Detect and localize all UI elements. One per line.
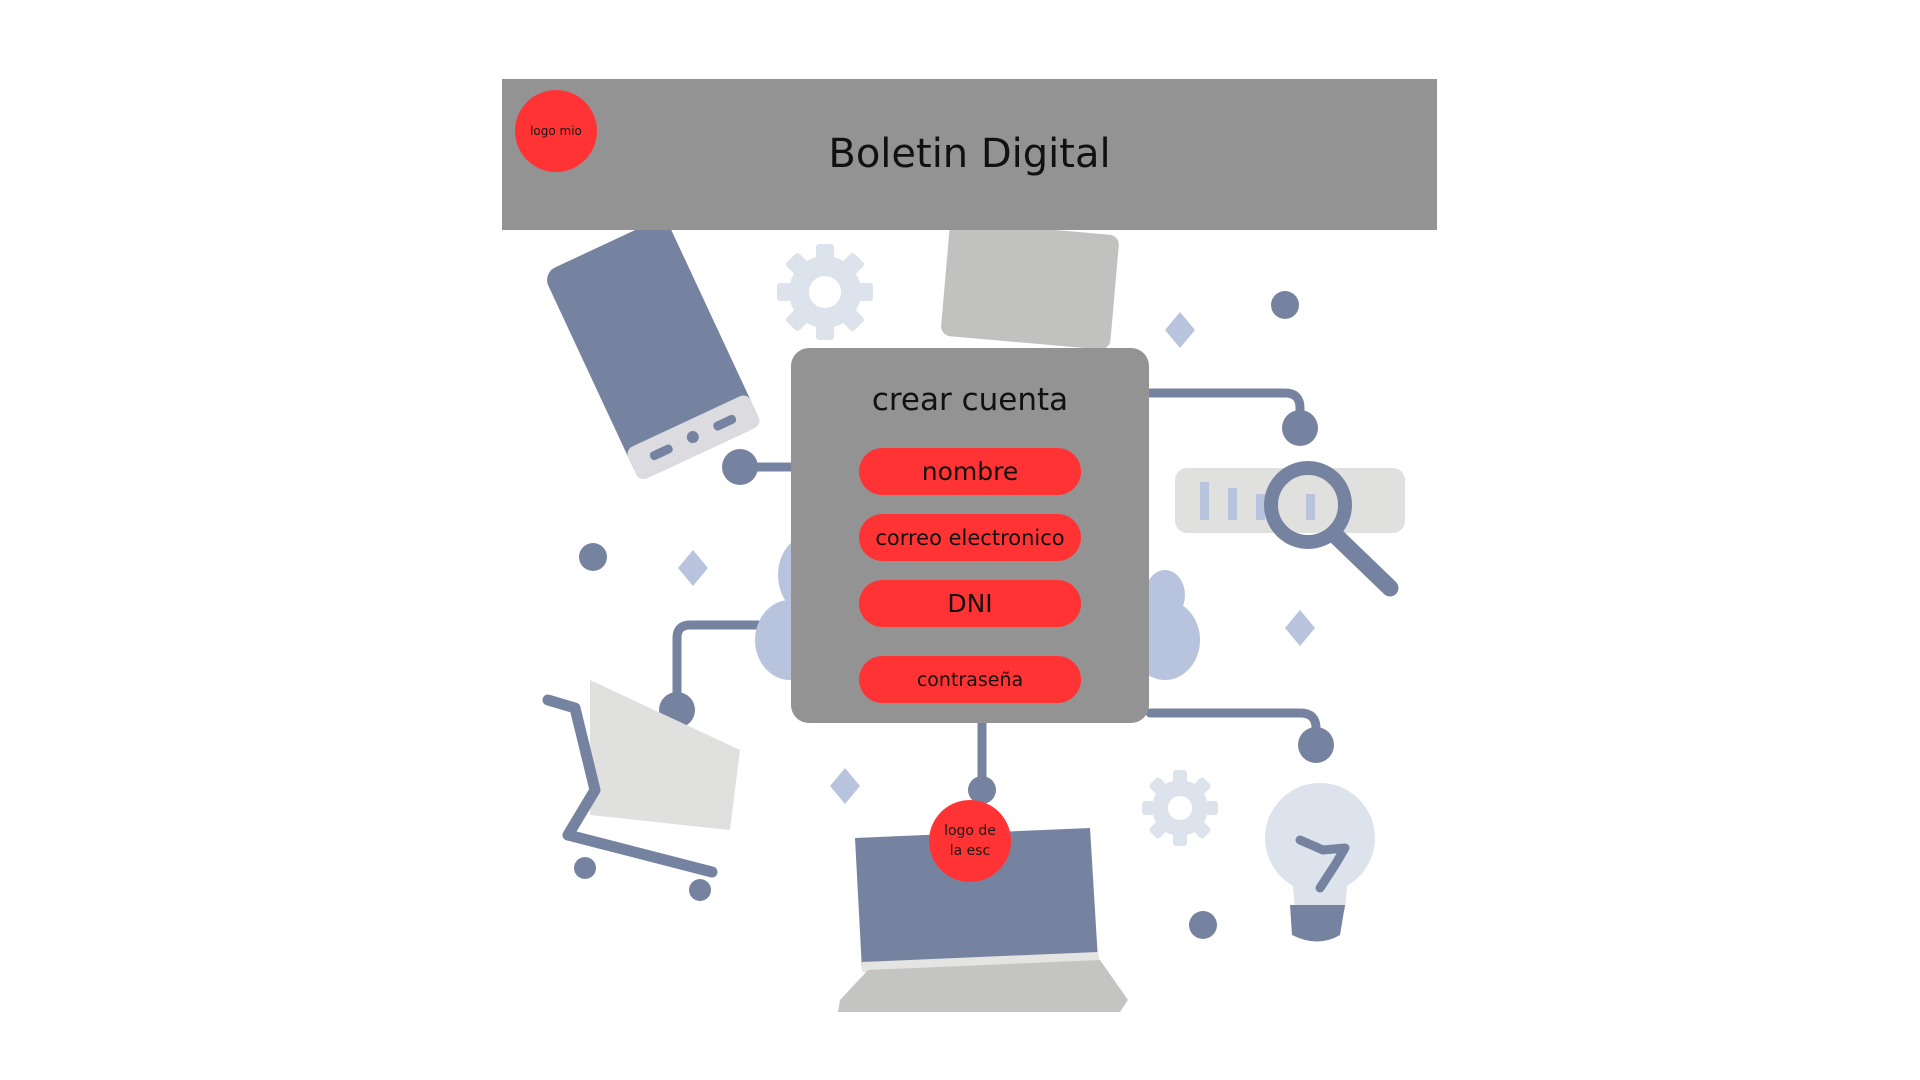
password-field[interactable]: contraseña [859,656,1081,703]
cart-icon [542,680,740,901]
dni-field[interactable]: DNI [859,580,1081,627]
folder-icon [941,221,1119,350]
gear-icon [1142,770,1218,846]
school-logo[interactable]: logo de la esc [929,800,1011,882]
gear-icon [777,244,873,340]
lightbulb-icon [1265,783,1375,942]
header-bar: logo mio Boletin Digital [502,79,1437,230]
email-field-label: correo electronico [875,525,1065,550]
name-field[interactable]: nombre [859,448,1081,495]
password-field-label: contraseña [916,668,1024,691]
school-logo-line2: la esc [949,843,991,859]
email-field[interactable]: correo electronico [859,514,1081,561]
dni-field-label: DNI [947,589,993,618]
create-account-card: crear cuenta nombre correo electronico D… [791,348,1149,723]
school-logo-line1: logo de [944,823,996,839]
phone-icon [547,220,760,480]
page-title: Boletin Digital [828,131,1111,177]
search-icon [1175,461,1405,597]
form-title: crear cuenta [871,382,1069,418]
school-logo-label: logo de la esc [944,821,996,861]
name-field-label: nombre [921,457,1019,486]
